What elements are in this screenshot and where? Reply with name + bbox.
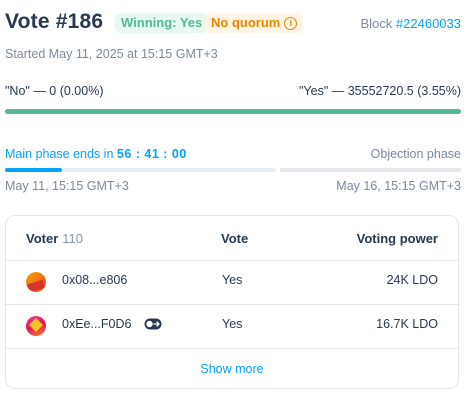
delegate-icon[interactable] <box>144 318 162 330</box>
voter-count: 110 <box>62 231 83 246</box>
main-phase-countdown: 56 : 41 : 00 <box>116 147 187 161</box>
phase-start-date: May 11, 15:15 GMT+3 <box>5 179 129 193</box>
avatar <box>26 272 46 292</box>
col-vote: Vote <box>221 231 249 246</box>
voting-power-value: 16.7K LDO <box>376 317 438 331</box>
vote-started-text: Started May 11, 2025 at 15:15 GMT+3 <box>5 47 218 61</box>
block-label: Block <box>360 16 393 31</box>
voter-address[interactable]: 0xEe...F0D6 <box>62 317 131 331</box>
vote-header: Vote #186 Winning: Yes No quorum i Block… <box>5 10 461 38</box>
table-row: 0xEe...F0D6 Yes 16.7K LDO <box>6 304 458 346</box>
objection-phase-progress <box>280 168 461 172</box>
voter-address[interactable]: 0x08...e806 <box>62 273 127 287</box>
voters-table: Voter 110 Vote Voting power 0x08...e806 Y… <box>5 215 459 389</box>
col-voting-power: Voting power <box>356 231 438 246</box>
main-phase-progress-fill <box>5 168 62 172</box>
objection-phase-label: Objection phase <box>370 147 461 161</box>
voting-power-value: 24K LDO <box>386 273 438 287</box>
no-result: "No" — 0 (0.00%) <box>5 84 104 98</box>
table-row: 0x08...e806 Yes 24K LDO <box>6 260 458 302</box>
block-number-link[interactable]: #22460033 <box>396 16 461 31</box>
show-more-button[interactable]: Show more <box>6 348 458 390</box>
results-bar <box>5 109 461 114</box>
phase-timeline: Main phase ends in 56 : 41 : 00 Objectio… <box>5 147 461 197</box>
main-phase-label: Main phase ends in 56 : 41 : 00 <box>5 147 187 161</box>
quorum-badge-label: No quorum <box>211 15 281 30</box>
vote-title: Vote #186 <box>5 10 104 33</box>
voters-table-header: Voter 110 Vote Voting power <box>6 216 458 260</box>
col-voter: Voter 110 <box>26 231 83 246</box>
phase-end-date: May 16, 15:15 GMT+3 <box>336 179 461 193</box>
main-phase-prefix: Main phase ends in <box>5 147 114 161</box>
avatar <box>26 316 46 336</box>
col-voter-label: Voter <box>26 231 59 246</box>
quorum-badge[interactable]: No quorum i <box>205 13 304 33</box>
main-phase-progress <box>5 168 276 172</box>
vote-value: Yes <box>222 273 243 287</box>
block-info: Block #22460033 <box>361 16 462 31</box>
info-icon[interactable]: i <box>284 16 298 30</box>
yes-result: "Yes" — 35552720.5 (3.55%) <box>299 84 461 98</box>
winning-badge: Winning: Yes <box>115 13 209 33</box>
vote-value: Yes <box>222 317 243 331</box>
